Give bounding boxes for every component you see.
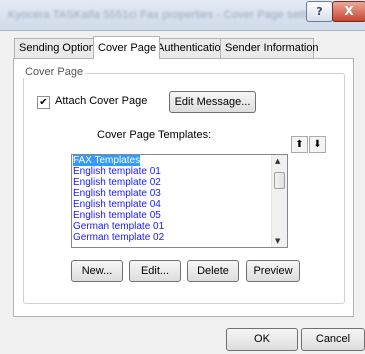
help-icon: ? — [316, 5, 323, 18]
tab-sending-options[interactable]: Sending Options — [14, 38, 100, 58]
ok-button[interactable]: OK — [226, 328, 298, 351]
list-item-label: FAX Templates — [73, 155, 141, 166]
scroll-up-icon[interactable]: ▲ — [275, 157, 280, 165]
window-title: Kyocera TASKalfa 5551ci Fax properties -… — [8, 9, 327, 21]
move-up-button[interactable]: ⬆ — [291, 136, 308, 153]
new-template-button[interactable]: New... — [71, 260, 123, 282]
arrow-up-icon: ⬆ — [295, 139, 304, 150]
arrow-down-icon: ⬇ — [313, 139, 322, 150]
edit-message-button[interactable]: Edit Message... — [169, 91, 256, 113]
close-button[interactable]: X — [332, 1, 365, 22]
cancel-button[interactable]: Cancel — [301, 328, 365, 351]
scroll-down-icon[interactable]: ▼ — [275, 237, 280, 245]
scroll-thumb[interactable] — [274, 172, 285, 189]
list-item[interactable]: German template 02 — [72, 232, 287, 243]
tab-sender-information[interactable]: Sender Information — [220, 38, 319, 58]
move-down-button[interactable]: ⬇ — [309, 136, 326, 153]
help-button[interactable]: ? — [306, 1, 333, 22]
preview-template-button[interactable]: Preview — [246, 260, 300, 282]
close-icon: X — [344, 4, 354, 18]
list-item[interactable]: English template 01 — [72, 166, 287, 177]
delete-template-button[interactable]: Delete — [187, 260, 239, 282]
templates-label: Cover Page Templates: — [97, 129, 212, 141]
list-item[interactable]: English template 03 — [72, 188, 287, 199]
list-item[interactable]: English template 04 — [72, 199, 287, 210]
attach-cover-page-label[interactable]: Attach Cover Page — [55, 95, 147, 107]
groupbox-legend: Cover Page — [23, 66, 86, 78]
vertical-scrollbar[interactable]: ▲ ▼ — [271, 155, 287, 247]
list-item[interactable]: English template 05 — [72, 210, 287, 221]
list-item[interactable]: German template 01 — [72, 221, 287, 232]
attach-cover-page-checkbox[interactable]: ✔ — [37, 96, 50, 109]
tab-authentication[interactable]: Authentication — [152, 38, 228, 58]
list-item[interactable]: English template 02 — [72, 177, 287, 188]
edit-template-button[interactable]: Edit... — [129, 260, 181, 282]
cover-page-panel: Cover Page ✔ Attach Cover Page Edit Mess… — [13, 58, 354, 317]
title-bar: Kyocera TASKalfa 5551ci Fax properties -… — [0, 0, 365, 31]
tab-cover-page[interactable]: Cover Page — [93, 36, 160, 59]
list-item[interactable]: FAX Templates — [72, 155, 287, 166]
templates-listbox[interactable]: FAX Templates English template 01 Englis… — [71, 154, 288, 248]
checkmark-icon: ✔ — [39, 97, 48, 108]
